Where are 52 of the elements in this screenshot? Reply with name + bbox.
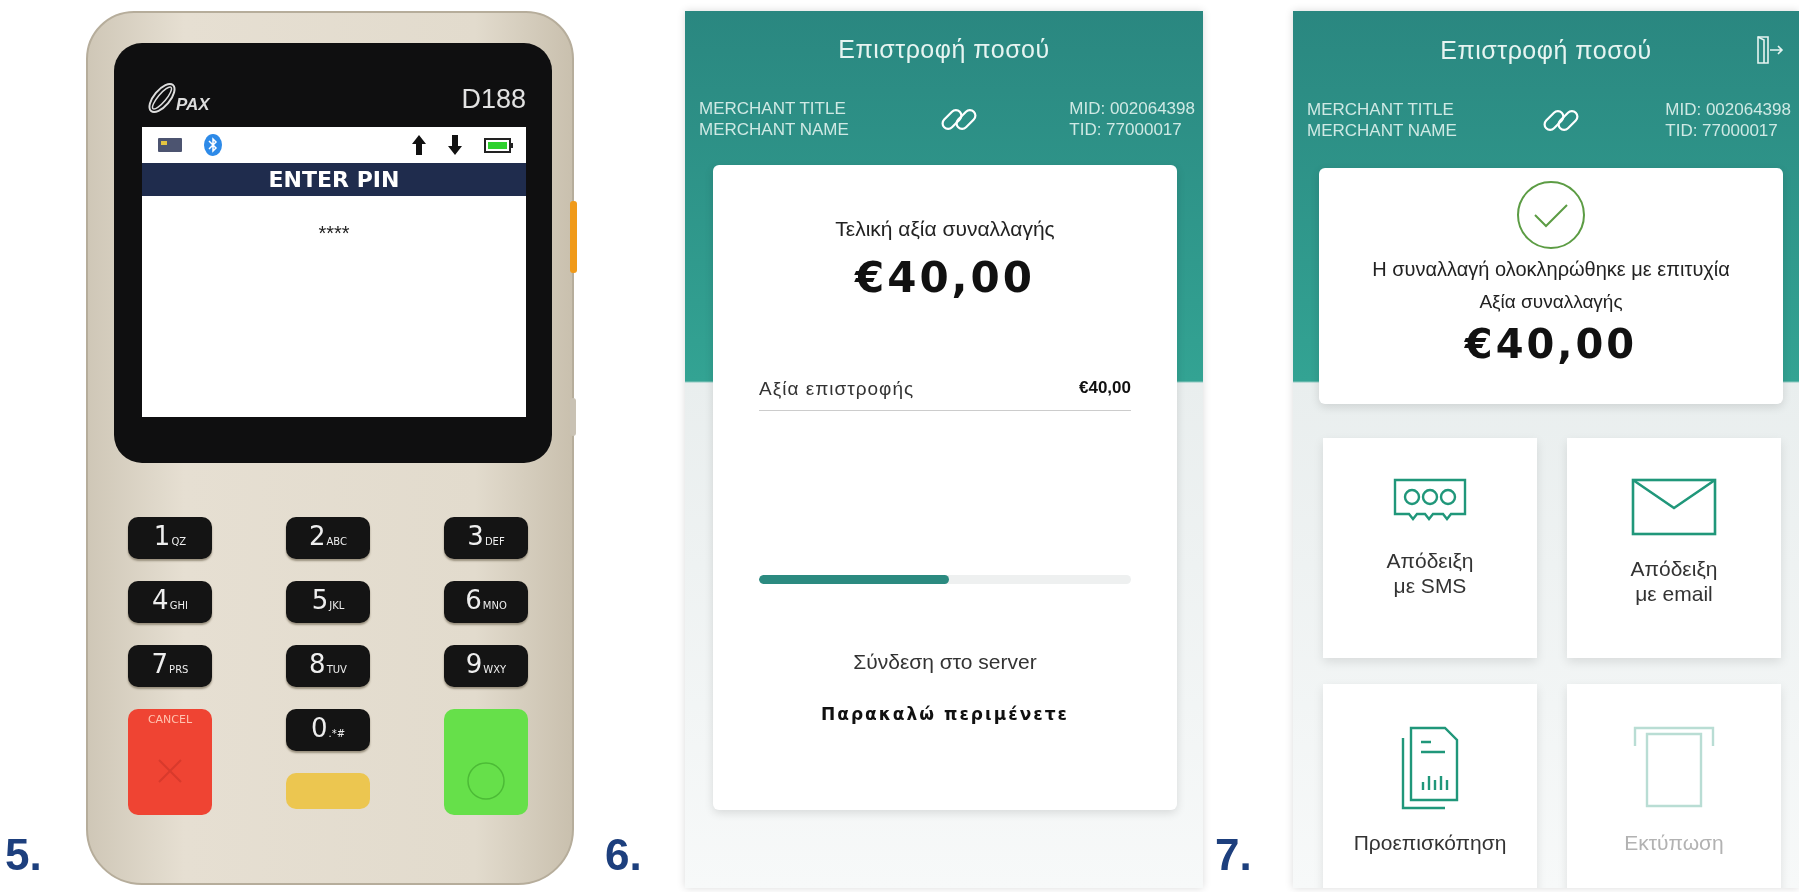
keypad-key[interactable]: 3 DEF xyxy=(444,517,528,559)
keypad-key[interactable]: 2ABC xyxy=(286,517,370,559)
merchant-id: MID: 002064398 xyxy=(1665,99,1791,121)
transaction-amount: €40,00 xyxy=(1464,320,1638,367)
circle-icon xyxy=(466,761,506,801)
keypad-key[interactable]: 9WXY xyxy=(444,645,528,687)
battery-icon xyxy=(484,137,514,153)
bluetooth-icon xyxy=(204,134,222,156)
receipt-option-tile[interactable]: Απόδειξη με SMS xyxy=(1323,437,1537,658)
keypad-key[interactable]: 6 MNO xyxy=(444,581,528,623)
merchant-name: MERCHANT NAME xyxy=(699,119,849,141)
refund-value: €40,00 xyxy=(1079,377,1131,399)
receipt-option-tile[interactable]: Απόδειξη με email xyxy=(1567,437,1781,658)
refund-label: Αξία επιστροφής xyxy=(759,377,915,400)
keypad-key[interactable]: 4 GHI xyxy=(128,581,212,623)
amount-label: Αξία συναλλαγής xyxy=(1479,290,1623,313)
merchant-name: MERCHANT NAME xyxy=(1307,120,1457,142)
step-number: 7. xyxy=(1215,830,1253,880)
keypad-key[interactable]: 0.*# xyxy=(286,709,370,751)
screen-title: Επιστροφή ποσού xyxy=(1440,35,1652,65)
card-icon xyxy=(158,138,182,152)
keypad-key[interactable]: 8TUV xyxy=(286,645,370,687)
model-name: D188 xyxy=(461,84,526,115)
brand-logo-text: PAX xyxy=(176,95,210,115)
side-button[interactable] xyxy=(570,201,577,273)
wait-message: Παρακαλώ περιμένετε xyxy=(821,703,1069,724)
enter-key[interactable] xyxy=(444,709,528,815)
screen-title: ENTER PIN xyxy=(142,163,526,196)
success-check-icon xyxy=(1516,179,1586,250)
clear-key[interactable] xyxy=(286,773,370,809)
keypad-key[interactable]: 5JKL xyxy=(286,581,370,623)
up-arrow-icon xyxy=(412,135,426,155)
receipt-option-tile[interactable]: Προεπισκόπηση xyxy=(1323,683,1537,888)
merchant-title: MERCHANT TITLE xyxy=(699,98,847,120)
down-arrow-icon xyxy=(448,135,462,155)
side-button[interactable] xyxy=(570,398,576,436)
status-text: Σύνδεση στο server xyxy=(853,649,1037,674)
merchant-id: MID: 002064398 xyxy=(1069,98,1195,120)
final-amount: €40,00 xyxy=(854,252,1036,302)
terminal-id: TID: 77000017 xyxy=(1069,119,1183,141)
terminal-id: TID: 77000017 xyxy=(1665,120,1779,142)
success-message: Η συναλλαγή ολοκληρώθηκε με επιτυχία xyxy=(1372,257,1730,281)
screen-title: Επιστροφή ποσού xyxy=(838,35,1050,64)
pin-entry: **** xyxy=(317,222,351,245)
final-amount-label: Τελική αξία συναλλαγής xyxy=(835,216,1055,241)
logout-icon[interactable] xyxy=(1755,35,1785,65)
keypad-key[interactable]: 1 QZ xyxy=(128,517,212,559)
keypad-key[interactable]: 7 PRS xyxy=(128,645,212,687)
step-number: 6. xyxy=(605,830,643,880)
envelope-icon xyxy=(1631,477,1717,536)
step-number: 5. xyxy=(5,830,43,880)
merchant-title: MERCHANT TITLE xyxy=(1307,99,1455,121)
